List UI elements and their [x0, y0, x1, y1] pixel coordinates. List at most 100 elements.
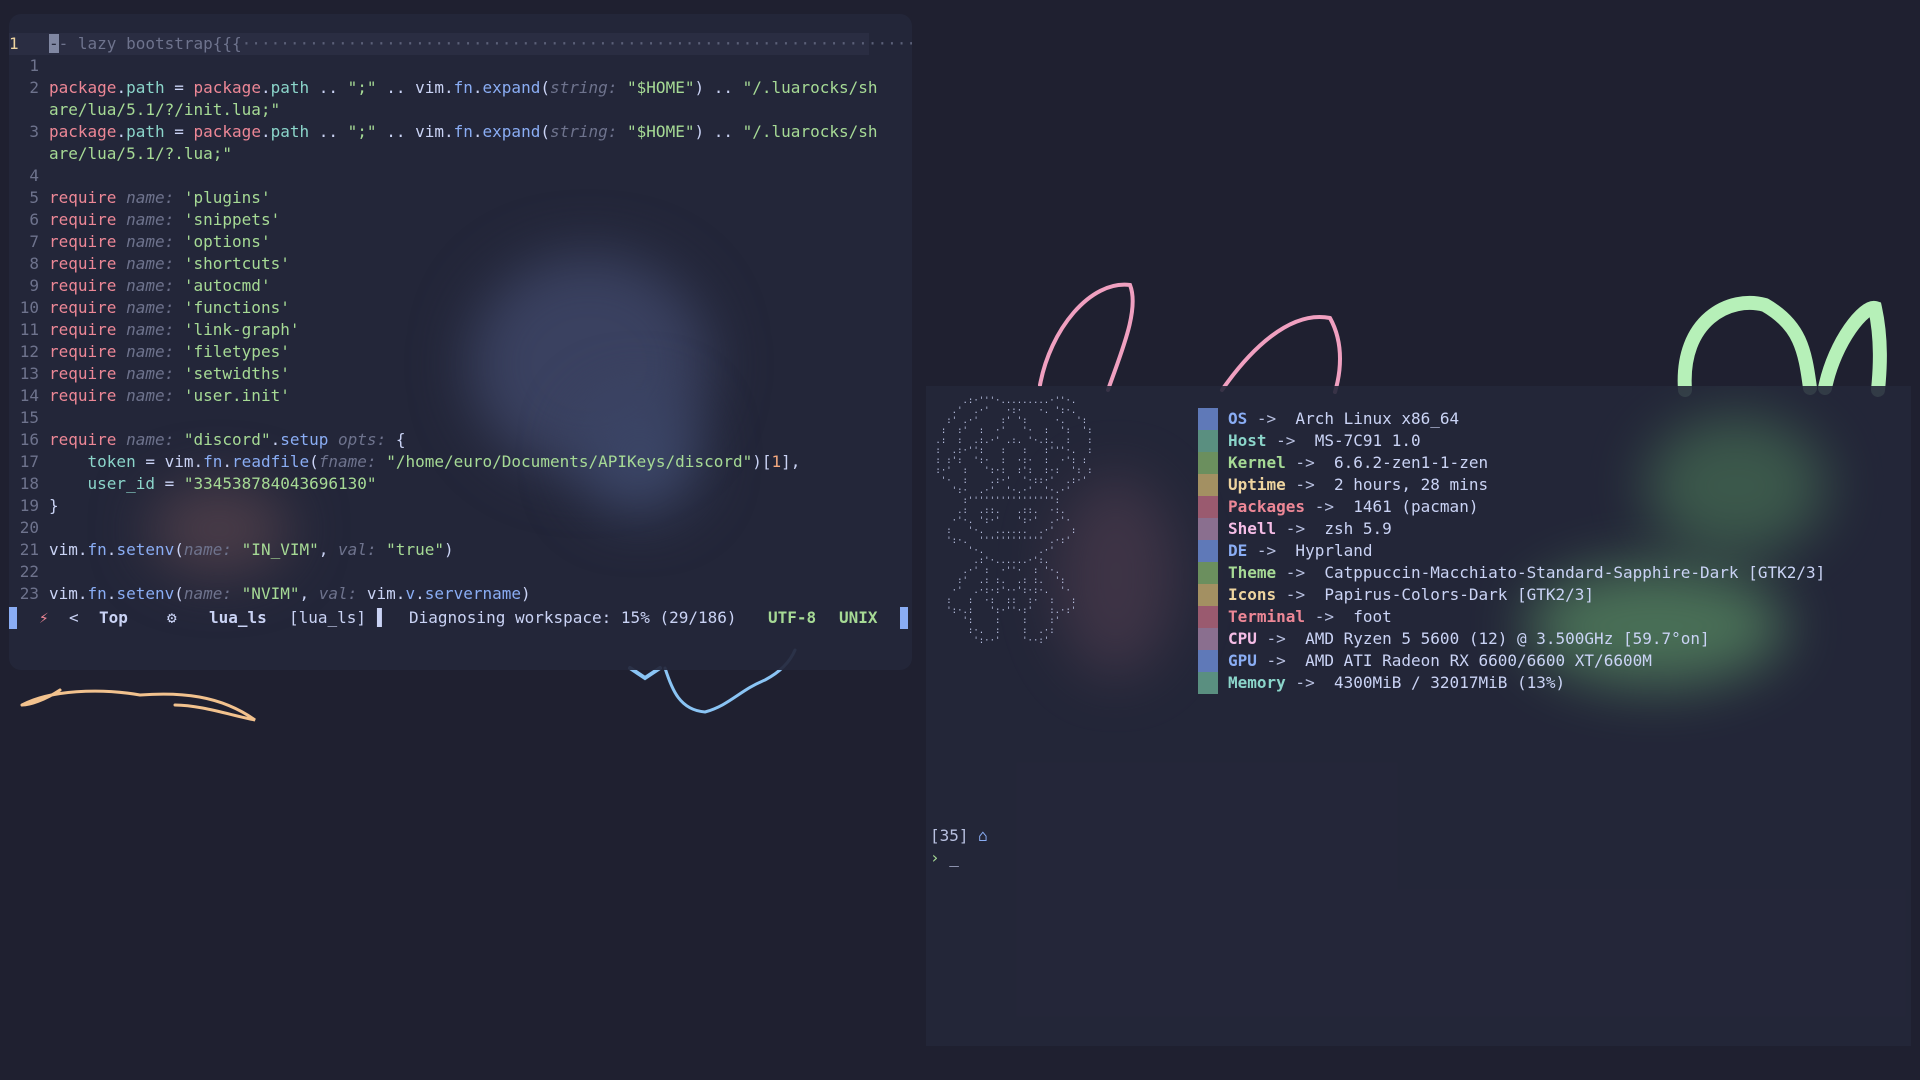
- sysinfo-key: Memory -> 4300MiB / 32017MiB (13%): [1228, 673, 1566, 692]
- line-number: 23: [19, 584, 39, 603]
- lsp-name: lua_ls: [209, 608, 267, 627]
- line-number: 16: [19, 430, 39, 449]
- color-swatch: [1198, 452, 1218, 474]
- sysinfo-key: Theme -> Catppuccin-Macchiato-Standard-S…: [1228, 563, 1826, 582]
- sysinfo-key: DE -> Hyprland: [1228, 541, 1373, 560]
- line-number: 12: [19, 342, 39, 361]
- color-swatch: [1198, 430, 1218, 452]
- color-swatch: [1198, 496, 1218, 518]
- green-ear-left: [1677, 295, 1817, 397]
- blur-blob: [1646, 416, 1826, 556]
- line-code: are/lua/5.1/?.lua;": [49, 144, 233, 163]
- ascii-art-logo: .:·'''·.........·''·. .' .·' ·:· ·. ':·.…: [935, 396, 1093, 646]
- line-code: require name: 'user.init': [49, 386, 290, 405]
- line-code: require name: 'filetypes': [49, 342, 290, 361]
- status-right-bar: [900, 607, 908, 629]
- sysinfo-key: Packages -> 1461 (pacman): [1228, 497, 1479, 516]
- sysinfo-key: Shell -> zsh 5.9: [1228, 519, 1392, 538]
- line-number: 9: [29, 276, 39, 295]
- line-number: 21: [19, 540, 39, 559]
- line-code: require name: "discord".setup opts: {: [49, 430, 406, 449]
- line-code: require name: 'setwidths': [49, 364, 290, 383]
- color-swatch: [1198, 408, 1218, 430]
- line-number: 1: [9, 34, 19, 53]
- line-code: require name: 'autocmd': [49, 276, 271, 295]
- line-code: vim.fn.setenv(name: "NVIM", val: vim.v.s…: [49, 584, 531, 603]
- line-code: require name: 'snippets': [49, 210, 281, 229]
- line-number: 8: [29, 254, 39, 273]
- sysinfo-key: Icons -> Papirus-Colors-Dark [GTK2/3]: [1228, 585, 1595, 604]
- line-code: package.path = package.path .. ";" .. vi…: [49, 122, 878, 141]
- prompt-count: [35]: [930, 826, 969, 845]
- line-number: 19: [19, 496, 39, 515]
- color-swatch: [1198, 650, 1218, 672]
- line-number: 11: [19, 320, 39, 339]
- status-block: ▌: [377, 608, 387, 627]
- line-code: user_id = "334538784043696130": [87, 474, 377, 493]
- status-arrow: <: [69, 608, 79, 627]
- prompt-line: [35] ⌂: [930, 826, 988, 845]
- scroll-position: Top: [99, 608, 128, 627]
- sysinfo-key: CPU -> AMD Ryzen 5 5600 (12) @ 3.500GHz …: [1228, 629, 1710, 648]
- line-number: 3: [29, 122, 39, 141]
- sysinfo-key: Terminal -> foot: [1228, 607, 1392, 626]
- line-number: 20: [19, 518, 39, 537]
- line-code: are/lua/5.1/?/init.lua;": [49, 100, 281, 119]
- line-number: 4: [29, 166, 39, 185]
- line-number: 15: [19, 408, 39, 427]
- line-number: 10: [19, 298, 39, 317]
- prompt-input[interactable]: › _: [930, 848, 959, 867]
- line-code: package.path = package.path .. ";" .. vi…: [49, 78, 878, 97]
- line-number: 13: [19, 364, 39, 383]
- color-swatch: [1198, 584, 1218, 606]
- line-number: 2: [29, 78, 39, 97]
- line-code: require name: 'options': [49, 232, 271, 251]
- line-code: vim.fn.setenv(name: "IN_VIM", val: "true…: [49, 540, 454, 559]
- color-swatch: [1198, 474, 1218, 496]
- terminal-window[interactable]: .:·'''·.........·''·. .' .·' ·:· ·. ':·.…: [926, 386, 1911, 1046]
- sysinfo-key: GPU -> AMD ATI Radeon RX 6600/6600 XT/66…: [1228, 651, 1652, 670]
- code-line[interactable]: 1 -- lazy bootstrap{{{···················…: [9, 33, 912, 55]
- line-number: 5: [29, 188, 39, 207]
- green-ear-right: [1818, 300, 1887, 397]
- line-code: }: [49, 496, 59, 515]
- home-icon: ⌂: [978, 826, 988, 845]
- statusline: ⚡ < Top ⚙ lua_ls [lua_ls] ▌ Diagnosing w…: [9, 604, 912, 632]
- lsp-bracket: [lua_ls]: [289, 608, 367, 627]
- sysinfo-key: Uptime -> 2 hours, 28 mins: [1228, 475, 1489, 494]
- gear-icon: ⚙: [167, 608, 177, 627]
- line-code: token = vim.fn.readfile(fname: "/home/eu…: [87, 452, 801, 471]
- color-swatch: [1198, 628, 1218, 650]
- mode-icon: ⚡: [39, 608, 49, 627]
- line-number: 17: [19, 452, 39, 471]
- color-swatch: [1198, 672, 1218, 694]
- sysinfo-key: Kernel -> 6.6.2-zen1-1-zen: [1228, 453, 1489, 472]
- file-encoding: UTF-8: [768, 608, 817, 627]
- line-number: 14: [19, 386, 39, 405]
- line-code: require name: 'functions': [49, 298, 290, 317]
- prompt-symbol: ›: [930, 848, 940, 867]
- file-format: UNIX: [839, 608, 878, 627]
- color-swatch: [1198, 518, 1218, 540]
- line-code: require name: 'shortcuts': [49, 254, 290, 273]
- line-code: require name: 'plugins': [49, 188, 271, 207]
- sysinfo-key: Host -> MS-7C91 1.0: [1228, 431, 1421, 450]
- prompt-cursor: _: [949, 848, 959, 867]
- line-number: 22: [19, 562, 39, 581]
- line-number: 1: [29, 56, 39, 75]
- line-code: -- lazy bootstrap{{{····················…: [49, 34, 912, 53]
- status-left-bar: [9, 607, 17, 629]
- pink-ear-left: [1038, 282, 1135, 392]
- color-swatch: [1198, 606, 1218, 628]
- sysinfo-key: OS -> Arch Linux x86_64: [1228, 409, 1460, 428]
- diagnosing-text: Diagnosing workspace: 15% (29/186): [409, 608, 737, 627]
- line-number: 7: [29, 232, 39, 251]
- color-swatch: [1198, 540, 1218, 562]
- neovim-window[interactable]: 1 -- lazy bootstrap{{{···················…: [9, 14, 912, 670]
- line-number: 18: [19, 474, 39, 493]
- color-swatch: [1198, 562, 1218, 584]
- line-code: require name: 'link-graph': [49, 320, 300, 339]
- line-number: 6: [29, 210, 39, 229]
- pink-ear-right: [1220, 314, 1342, 394]
- orange-foot: [20, 688, 256, 722]
